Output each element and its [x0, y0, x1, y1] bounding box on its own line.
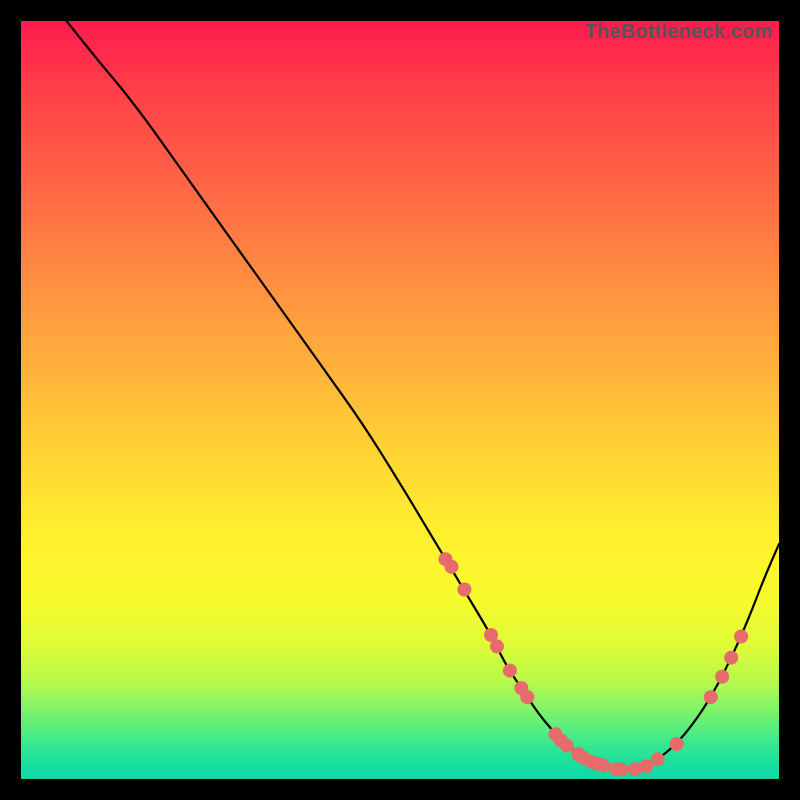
- data-marker: [614, 763, 628, 777]
- data-marker: [704, 690, 718, 704]
- data-marker: [734, 630, 748, 644]
- data-marker: [724, 651, 738, 665]
- data-marker: [596, 758, 610, 772]
- data-marker: [651, 752, 665, 766]
- data-marker: [490, 639, 504, 653]
- data-marker: [457, 583, 471, 597]
- chart-area: TheBottleneck.com: [21, 21, 779, 779]
- data-marker: [520, 690, 534, 704]
- bottleneck-curve: [67, 21, 780, 769]
- data-marker: [445, 560, 459, 574]
- data-marker: [715, 670, 729, 684]
- plot-svg: [21, 21, 779, 779]
- data-marker: [670, 737, 684, 751]
- data-marker: [560, 739, 574, 753]
- marker-group: [439, 552, 749, 776]
- data-marker: [503, 664, 517, 678]
